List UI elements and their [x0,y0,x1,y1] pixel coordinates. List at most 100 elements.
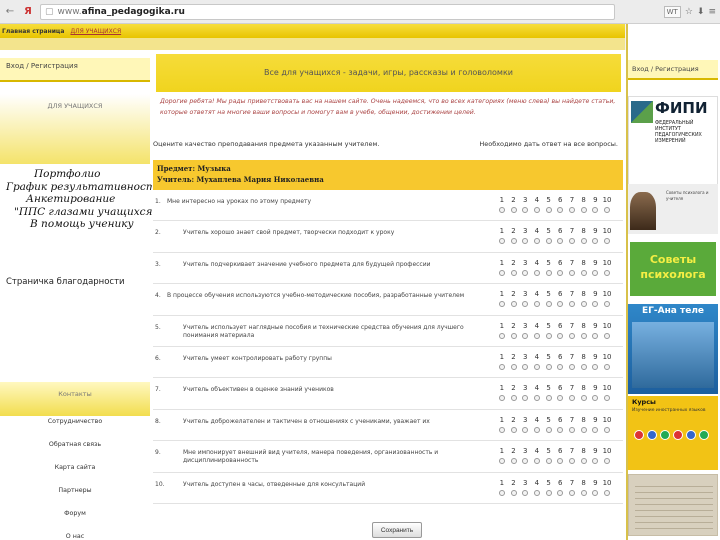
rating-radio[interactable] [498,238,505,245]
rating-radio[interactable] [533,395,540,402]
contact-about-link[interactable]: О нас [0,525,150,540]
rating-radio[interactable] [510,426,517,433]
rating-radio[interactable] [557,489,564,496]
rating-radio[interactable] [533,458,540,465]
rating-radio[interactable] [533,207,540,213]
rating-radio[interactable] [545,332,552,339]
document-banner[interactable] [628,474,718,536]
rating-radio[interactable] [580,332,587,339]
rating-radio[interactable] [604,332,611,339]
pupils-link[interactable]: ДЛЯ УЧАЩИХСЯ [70,28,121,35]
rating-radio[interactable] [580,489,587,496]
rating-radio[interactable] [568,207,575,213]
rating-radio[interactable] [557,458,564,465]
menu-item-survey[interactable]: Анкетирование [6,193,151,206]
home-link[interactable]: Главная страница [2,28,64,35]
rating-radio[interactable] [510,301,517,308]
rating-radio[interactable] [568,458,575,465]
rating-radio[interactable] [592,458,599,465]
rating-radio[interactable] [557,238,564,245]
rating-radio[interactable] [522,395,529,402]
rating-radio[interactable] [557,332,564,339]
rating-radio[interactable] [498,363,505,370]
rating-radio[interactable] [498,332,505,339]
rating-radio[interactable] [522,301,529,308]
contact-feedback-link[interactable]: Обратная связь [0,433,150,456]
rating-radio[interactable] [533,301,540,308]
rating-radio[interactable] [510,363,517,370]
rating-radio[interactable] [545,426,552,433]
rating-radio[interactable] [510,332,517,339]
rating-radio[interactable] [592,207,599,213]
rating-radio[interactable] [568,426,575,433]
eg-promo-banner[interactable]: ЕГ-Ана теле [628,304,718,394]
rating-radio[interactable] [498,489,505,496]
rating-radio[interactable] [545,458,552,465]
rating-radio[interactable] [522,238,529,245]
rating-radio[interactable] [557,395,564,402]
rating-radio[interactable] [580,207,587,213]
contact-sitemap-link[interactable]: Карта сайта [0,456,150,479]
download-icon[interactable]: ⬇ [697,7,705,17]
rating-radio[interactable] [592,426,599,433]
rating-radio[interactable] [592,269,599,276]
rating-radio[interactable] [522,426,529,433]
contact-cooperation-link[interactable]: Сотрудничество [0,410,150,433]
back-arrow-icon[interactable]: ← [4,6,16,18]
rating-radio[interactable] [580,363,587,370]
browser-logo-icon[interactable]: Я [22,6,34,18]
rating-radio[interactable] [533,426,540,433]
rating-radio[interactable] [592,363,599,370]
rating-radio[interactable] [592,332,599,339]
wt-extension-icon[interactable]: WT [663,5,681,18]
rating-radio[interactable] [533,489,540,496]
rating-radio[interactable] [604,458,611,465]
rating-radio[interactable] [510,395,517,402]
rating-radio[interactable] [533,363,540,370]
rating-radio[interactable] [498,301,505,308]
rating-radio[interactable] [498,269,505,276]
rating-radio[interactable] [580,458,587,465]
menu-item-performance-chart[interactable]: График результативности [6,181,163,194]
rating-radio[interactable] [568,395,575,402]
rating-radio[interactable] [510,207,517,213]
rating-radio[interactable] [510,458,517,465]
rating-radio[interactable] [522,363,529,370]
rating-radio[interactable] [522,207,529,213]
rating-radio[interactable] [557,269,564,276]
bookmark-star-icon[interactable]: ☆ [685,7,693,17]
rating-radio[interactable] [522,489,529,496]
rating-radio[interactable] [545,301,552,308]
rating-radio[interactable] [568,301,575,308]
rating-radio[interactable] [557,363,564,370]
rating-radio[interactable] [568,269,575,276]
rating-radio[interactable] [522,332,529,339]
rating-radio[interactable] [604,238,611,245]
rating-radio[interactable] [510,238,517,245]
rating-radio[interactable] [557,301,564,308]
rating-radio[interactable] [545,207,552,213]
rating-radio[interactable] [545,238,552,245]
rating-radio[interactable] [557,426,564,433]
psychologist-advice-banner[interactable]: Советы психолога [630,242,716,296]
menu-item-portfolio[interactable]: Портфолио [6,168,151,181]
menu-item-pupil-help[interactable]: В помощь ученику [6,218,151,231]
login-register-link[interactable]: Вход / Регистрация [0,58,150,82]
rating-radio[interactable] [533,238,540,245]
language-courses-banner[interactable]: Курсы Изучение иностранных языков [628,396,718,470]
right-login-link[interactable]: Вход / Регистрация [628,60,718,80]
rating-radio[interactable] [580,395,587,402]
rating-radio[interactable] [533,269,540,276]
contact-forum-link[interactable]: Форум [0,502,150,525]
rating-radio[interactable] [545,489,552,496]
rating-radio[interactable] [580,238,587,245]
menu-item-pps-survey[interactable]: "ППС глазами учащихся" [6,206,157,219]
rating-radio[interactable] [568,332,575,339]
rating-radio[interactable] [568,238,575,245]
rating-radio[interactable] [604,301,611,308]
rating-radio[interactable] [592,238,599,245]
rating-radio[interactable] [510,489,517,496]
menu-icon[interactable]: ≡ [708,7,716,17]
rating-radio[interactable] [545,363,552,370]
rating-radio[interactable] [545,395,552,402]
